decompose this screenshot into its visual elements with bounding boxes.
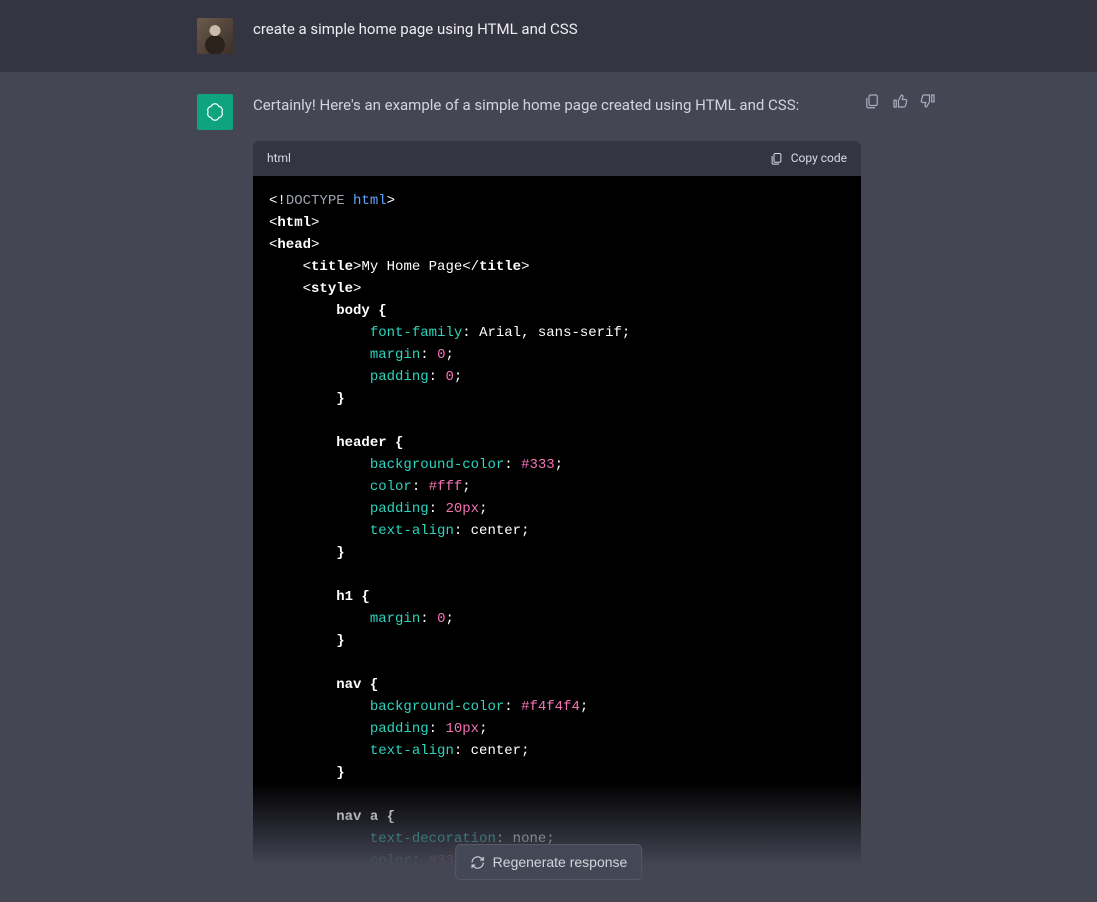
- message-actions: [863, 92, 937, 110]
- regenerate-label: Regenerate response: [493, 854, 628, 870]
- thumbsdown-icon[interactable]: [919, 92, 937, 110]
- code-block-header: html Copy code: [253, 141, 861, 176]
- code-body[interactable]: <!DOCTYPE html><html><head> <title>My Ho…: [253, 176, 861, 876]
- thumbsup-icon[interactable]: [891, 92, 909, 110]
- clipboard-icon: [769, 151, 784, 166]
- code-block: html Copy code <!DOCTYPE html><html><hea…: [253, 141, 861, 876]
- assistant-avatar: [197, 94, 233, 130]
- copy-code-label: Copy code: [791, 149, 847, 168]
- copy-code-button[interactable]: Copy code: [769, 149, 847, 168]
- assistant-message-content: Certainly! Here's an example of a simple…: [253, 94, 873, 876]
- openai-icon: [204, 101, 226, 123]
- regenerate-response-button[interactable]: Regenerate response: [455, 844, 643, 880]
- user-avatar: [197, 18, 233, 54]
- code-lang-label: html: [267, 149, 291, 168]
- assistant-message-row: Certainly! Here's an example of a simple…: [0, 72, 1097, 902]
- assistant-intro-text: Certainly! Here's an example of a simple…: [253, 94, 873, 117]
- user-message-row: create a simple home page using HTML and…: [0, 0, 1097, 72]
- copy-icon[interactable]: [863, 92, 881, 110]
- refresh-icon: [470, 855, 485, 870]
- user-message-text: create a simple home page using HTML and…: [253, 18, 873, 41]
